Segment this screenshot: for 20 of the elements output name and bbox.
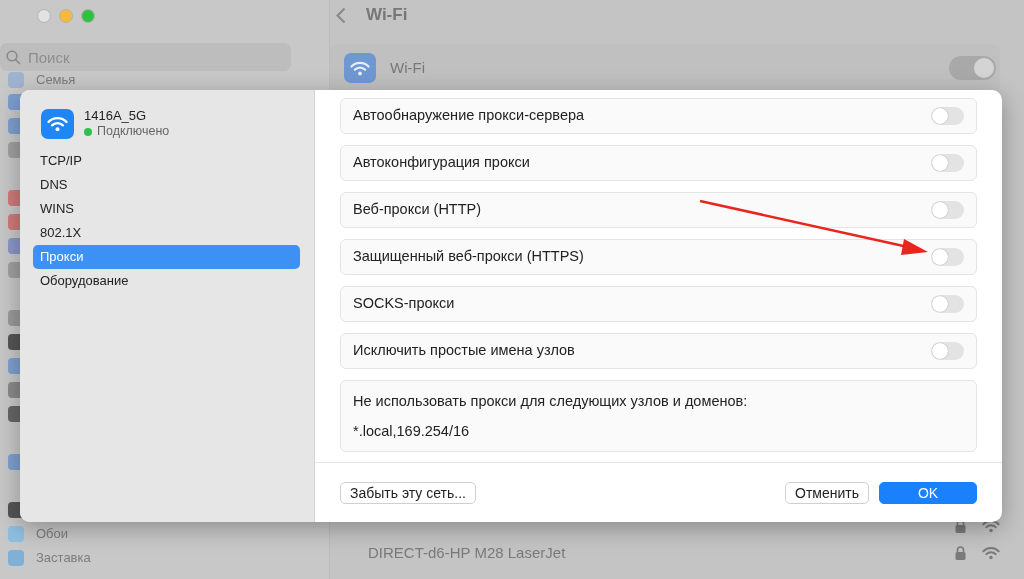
exceptions-field[interactable]: *.local,169.254/16	[353, 420, 964, 443]
setting-label: Веб-прокси (HTTP)	[353, 200, 482, 220]
setting-label: Исключить простые имена узлов	[353, 341, 575, 361]
setting-label: Автоконфигурация прокси	[353, 153, 530, 173]
wifi-label: Wi-Fi	[390, 57, 425, 78]
exceptions-label: Не использовать прокси для следующих узлов и доменов:	[353, 392, 749, 411]
network-name: 1416A_5G	[84, 108, 148, 124]
sidebar-tab[interactable]: Оборудование	[33, 269, 300, 293]
setting-label: Автообнаружение прокси-сервера	[353, 106, 585, 126]
cancel-button[interactable]: Отменить	[785, 481, 869, 504]
sidebar-tab[interactable]: DNS	[33, 173, 300, 197]
status-label: Подключено	[97, 124, 170, 139]
sidebar-tab[interactable]: WINS	[33, 197, 300, 221]
setting-label: Защищенный веб-прокси (HTTPS)	[353, 247, 584, 267]
page-title: Wi-Fi	[366, 4, 408, 27]
sidebar-tab[interactable]: TCP/IP	[33, 149, 300, 173]
ok-button[interactable]: OK	[879, 481, 977, 504]
setting-label: SOCKS-прокси	[353, 294, 455, 314]
sidebar-tab[interactable]: 802.1X	[33, 221, 300, 245]
forget-button[interactable]: Забыть эту сеть...	[340, 481, 476, 504]
